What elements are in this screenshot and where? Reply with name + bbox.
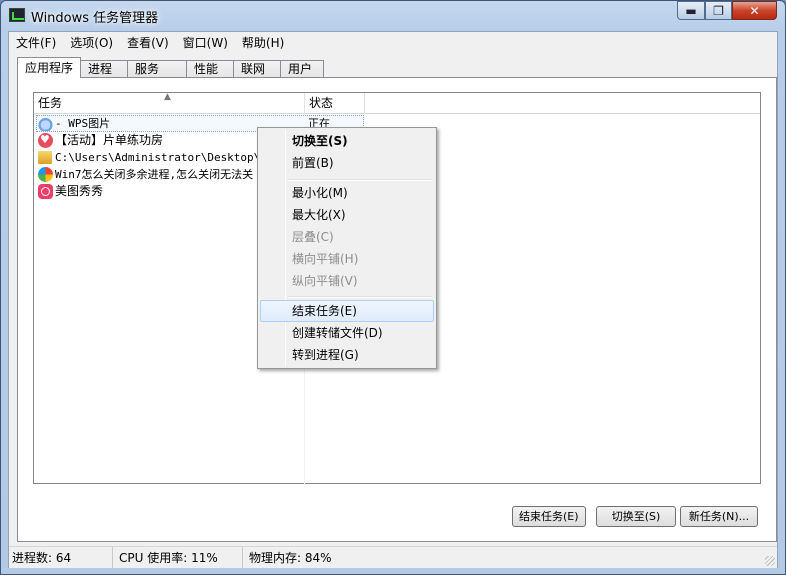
maximize-icon: ❐ xyxy=(713,3,724,18)
list-header: 任务 ▲ 状态 xyxy=(34,92,760,114)
tab-networking[interactable]: 联网 xyxy=(233,60,282,78)
menu-help[interactable]: 帮助(H) xyxy=(235,32,291,52)
close-icon: ✕ xyxy=(749,3,760,18)
cloud-icon xyxy=(38,116,53,131)
status-physical-memory: 物理内存: 84% xyxy=(249,551,332,565)
resize-grip-icon[interactable] xyxy=(765,556,775,566)
tab-users[interactable]: 用户 xyxy=(280,60,325,78)
window-title: Windows 任务管理器 xyxy=(31,11,159,26)
tab-strip: 应用程序 进程 服务 性能 联网 用户 xyxy=(17,57,325,78)
menu-view[interactable]: 查看(V) xyxy=(120,32,176,52)
task-name: 【活动】片单练功房 xyxy=(55,133,164,147)
ctx-create-dump-file[interactable]: 创建转储文件(D) xyxy=(260,322,434,344)
status-cpu-usage: CPU 使用率: 11% xyxy=(113,547,243,569)
menu-bar: 文件(F) 选项(O) 查看(V) 窗口(W) 帮助(H) xyxy=(9,32,777,52)
ctx-bring-to-front[interactable]: 前置(B) xyxy=(260,152,434,174)
sort-ascending-icon: ▲ xyxy=(164,92,171,102)
ctx-go-to-process[interactable]: 转到进程(G) xyxy=(260,344,434,366)
column-header-status[interactable]: 状态 xyxy=(305,93,365,114)
new-task-button[interactable]: 新任务(N)... xyxy=(680,506,758,527)
ctx-cascade: 层叠(C) xyxy=(292,230,334,244)
tab-processes[interactable]: 进程 xyxy=(80,60,129,78)
ctx-tile-horizontal: 横向平铺(H) xyxy=(292,252,359,266)
close-button[interactable]: ✕ xyxy=(732,1,777,20)
title-bar[interactable]: Windows 任务管理器 ▬ ❐ ✕ xyxy=(1,1,785,31)
task-name: - WPS图片 xyxy=(55,117,111,130)
column-header-task-label: 任务 xyxy=(38,96,63,110)
end-task-button[interactable]: 结束任务(E) xyxy=(512,506,586,527)
maximize-button[interactable]: ❐ xyxy=(705,1,732,20)
ctx-tile-vertical: 纵向平铺(V) xyxy=(292,274,358,288)
task-manager-icon xyxy=(9,8,25,22)
task-name: Win7怎么关闭多余进程,怎么关闭无法关 xyxy=(55,168,254,181)
task-name: C:\Users\Administrator\Desktop\新建 xyxy=(55,151,283,164)
heart-icon xyxy=(38,131,53,148)
task-name: 美图秀秀 xyxy=(55,184,104,198)
ctx-maximize[interactable]: 最大化(X) xyxy=(260,204,434,226)
menu-file[interactable]: 文件(F) xyxy=(9,32,63,52)
menu-options[interactable]: 选项(O) xyxy=(63,32,120,52)
ctx-end-task[interactable]: 结束任务(E) xyxy=(260,300,434,322)
caption-buttons: ▬ ❐ ✕ xyxy=(677,1,777,21)
menu-window[interactable]: 窗口(W) xyxy=(176,32,235,52)
minimize-button[interactable]: ▬ xyxy=(677,1,705,20)
ctx-switch-to[interactable]: 切换至(S) xyxy=(260,130,434,152)
tab-applications[interactable]: 应用程序 xyxy=(17,57,82,78)
task-manager-window: Windows 任务管理器 ▬ ❐ ✕ 文件(F) 选项(O) 查看(V) 窗口… xyxy=(0,0,786,575)
context-menu-separator xyxy=(288,296,432,298)
colorful-ball-icon xyxy=(38,167,53,182)
folder-icon xyxy=(38,151,52,164)
meitu-icon xyxy=(38,184,53,199)
column-header-task[interactable]: 任务 ▲ xyxy=(34,92,305,114)
tab-services[interactable]: 服务 xyxy=(127,60,188,78)
context-menu-separator xyxy=(288,179,432,181)
context-menu: 切换至(S) 前置(B) 最小化(M) 最大化(X) 层叠(C) 横向平铺(H)… xyxy=(257,127,437,369)
ctx-minimize[interactable]: 最小化(M) xyxy=(260,182,434,204)
minimize-icon: ▬ xyxy=(685,3,697,18)
tab-performance[interactable]: 性能 xyxy=(186,60,235,78)
status-bar: 进程数: 64 CPU 使用率: 11% 物理内存: 84% xyxy=(9,546,777,569)
status-process-count: 进程数: 64 xyxy=(9,547,113,569)
switch-to-button[interactable]: 切换至(S) xyxy=(596,506,676,527)
